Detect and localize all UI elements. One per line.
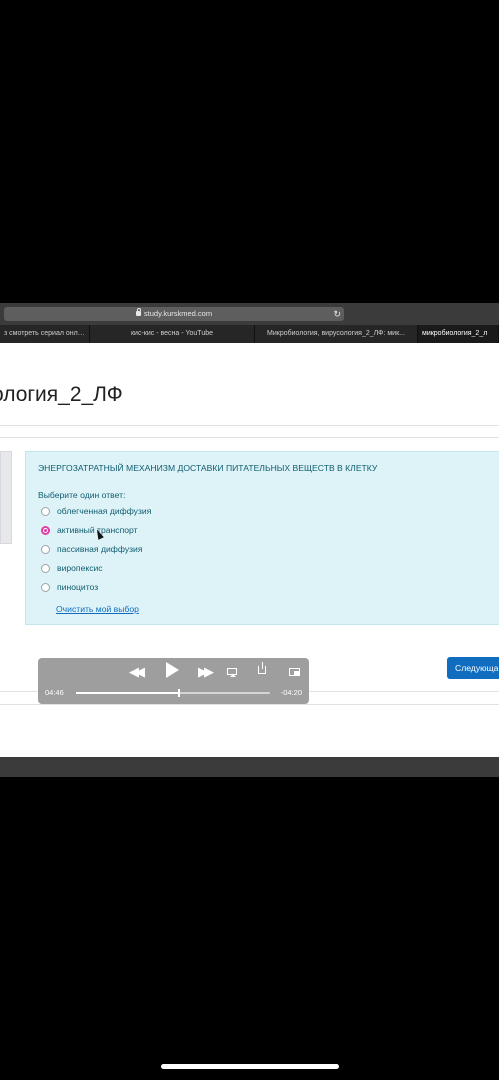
radio-button[interactable] [41,582,50,592]
tab-bar: з смотреть сериал онла... кис-кис - весн… [0,325,499,343]
answer-option[interactable]: пиноцитоз [41,581,98,593]
page-title: ология_2_ЛФ [0,383,123,406]
url-text: study.kurskmed.com [143,309,213,318]
share-icon[interactable] [258,662,266,674]
lock-icon [135,308,141,316]
next-page-button[interactable]: Следующа [447,657,499,679]
question-text: ЭНЕРГОЗАТРАТНЫЙ МЕХАНИЗМ ДОСТАВКИ ПИТАТЕ… [38,463,378,473]
tab-youtube[interactable]: кис-кис - весна - YouTube [90,325,255,343]
airplay-icon[interactable] [227,668,237,677]
fast-forward-icon[interactable]: ▶▶ [198,664,214,680]
answer-label: виропексис [57,563,103,573]
radio-button[interactable] [41,544,50,554]
browser-status-bar [0,757,499,777]
reload-icon[interactable]: ↻ [333,307,341,321]
progress-fill [76,692,179,694]
answer-label: облегченная диффузия [57,506,152,516]
progress-track[interactable] [76,689,270,697]
video-player-controls: ◀◀ ▶▶ 04:46 -04:20 [38,658,309,704]
answer-option[interactable]: активный транспорт [41,524,138,536]
answer-option[interactable]: виропексис [41,562,103,574]
answer-option[interactable]: облегченная диффузия [41,505,151,517]
radio-button[interactable] [41,506,50,516]
rewind-icon[interactable]: ◀◀ [129,664,145,680]
radio-button-selected[interactable] [41,525,50,535]
browser-window: study.kurskmed.com ↻ з смотреть сериал о… [0,303,499,777]
divider [0,425,499,426]
browser-toolbar: study.kurskmed.com ↻ [0,303,499,325]
time-remaining: -04:20 [280,688,302,697]
scrubber-handle[interactable] [177,689,180,697]
time-elapsed: 04:46 [45,688,64,697]
picture-in-picture-icon[interactable] [289,668,300,676]
address-bar[interactable]: study.kurskmed.com ↻ [4,307,344,321]
answer-label: пиноцитоз [57,582,99,592]
clear-choice-link[interactable]: Очистить мой выбор [56,604,139,614]
answer-label: пассивная диффузия [57,544,143,554]
question-info-block [0,451,12,544]
answer-prompt: Выберите один ответ: [38,490,126,500]
answer-option[interactable]: пассивная диффузия [41,543,143,555]
home-indicator[interactable] [161,1064,339,1069]
divider [0,704,499,705]
divider [0,437,499,438]
question-card: ЭНЕРГОЗАТРАТНЫЙ МЕХАНИЗМ ДОСТАВКИ ПИТАТЕ… [25,451,499,625]
tab-microbiology[interactable]: Микробиология, вирусология_2_ЛФ: мик... [255,325,418,343]
tab-serial[interactable]: з смотреть сериал онла... [0,325,90,343]
play-icon[interactable] [166,662,179,678]
tab-current[interactable]: микробиология_2_л [418,325,499,343]
radio-button[interactable] [41,563,50,573]
